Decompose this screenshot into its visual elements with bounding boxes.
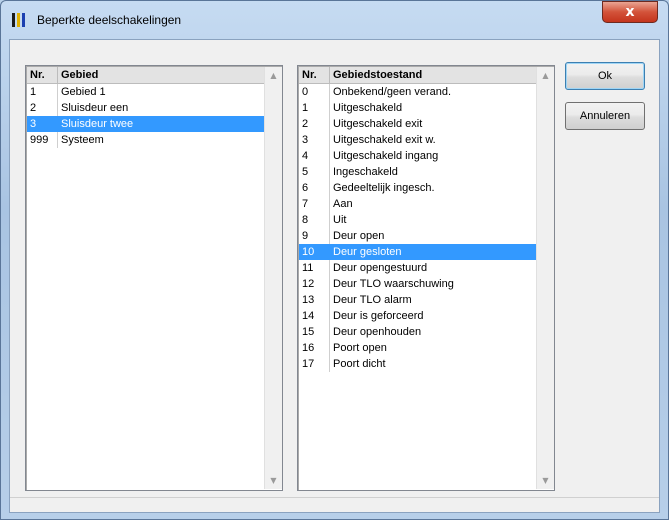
gebiedstoestand-row[interactable]: 2 Uitgeschakeld exit xyxy=(299,116,537,132)
dialog-window: Beperkte deelschakelingen x Nr. Gebied 1… xyxy=(0,0,669,520)
row-nr: 8 xyxy=(299,212,330,228)
gebiedstoestand-row[interactable]: 17 Poort dicht xyxy=(299,356,537,372)
row-label: Ingeschakeld xyxy=(330,164,537,180)
row-nr: 0 xyxy=(299,84,330,100)
gebiedstoestand-list-header: Nr. Gebiedstoestand xyxy=(299,67,537,84)
column-header-nr[interactable]: Nr. xyxy=(299,67,330,83)
gebiedstoestand-rows: 0 Onbekend/geen verand. 1 Uitgeschakeld 2 Uit… xyxy=(299,84,537,372)
row-label: Sluisdeur een xyxy=(58,100,265,116)
row-label: Uitgeschakeld exit w. xyxy=(330,132,537,148)
row-label: Deur opengestuurd xyxy=(330,260,537,276)
scroll-up-icon[interactable]: ▲ xyxy=(537,67,554,84)
gebied-row[interactable]: 2 Sluisdeur een xyxy=(27,100,265,116)
status-divider xyxy=(10,497,659,498)
row-nr: 1 xyxy=(27,84,58,100)
row-label: Systeem xyxy=(58,132,265,148)
window-title: Beperkte deelschakelingen xyxy=(37,13,182,27)
row-nr: 16 xyxy=(299,340,330,356)
scroll-down-icon[interactable]: ▼ xyxy=(265,472,282,489)
gebied-row[interactable]: 3 Sluisdeur twee xyxy=(27,116,265,132)
row-nr: 14 xyxy=(299,308,330,324)
column-header-gebiedstoestand[interactable]: Gebiedstoestand xyxy=(330,67,537,83)
gebiedstoestand-row[interactable]: 4 Uitgeschakeld ingang xyxy=(299,148,537,164)
row-nr: 2 xyxy=(27,100,58,116)
row-label: Deur is geforceerd xyxy=(330,308,537,324)
row-label: Gebied 1 xyxy=(58,84,265,100)
row-nr: 3 xyxy=(299,132,330,148)
row-label: Deur gesloten xyxy=(330,244,537,260)
gebied-list-scrollbar[interactable]: ▲ ▼ xyxy=(264,67,282,489)
row-label: Uitgeschakeld exit xyxy=(330,116,537,132)
row-nr: 17 xyxy=(299,356,330,372)
gebiedstoestand-row[interactable]: 15 Deur openhouden xyxy=(299,324,537,340)
row-label: Uitgeschakeld ingang xyxy=(330,148,537,164)
row-nr: 5 xyxy=(299,164,330,180)
row-nr: 13 xyxy=(299,292,330,308)
row-nr: 2 xyxy=(299,116,330,132)
row-label: Deur openhouden xyxy=(330,324,537,340)
row-nr: 15 xyxy=(299,324,330,340)
scroll-up-icon[interactable]: ▲ xyxy=(265,67,282,84)
row-label: Uit xyxy=(330,212,537,228)
row-nr: 11 xyxy=(299,260,330,276)
gebiedstoestand-row[interactable]: 1 Uitgeschakeld xyxy=(299,100,537,116)
title-bar[interactable]: Beperkte deelschakelingen x xyxy=(1,1,668,39)
row-nr: 7 xyxy=(299,196,330,212)
row-label: Deur TLO waarschuwing xyxy=(330,276,537,292)
row-nr: 1 xyxy=(299,100,330,116)
gebiedstoestand-row[interactable]: 10 Deur gesloten xyxy=(299,244,537,260)
row-label: Poort open xyxy=(330,340,537,356)
row-nr: 12 xyxy=(299,276,330,292)
row-label: Onbekend/geen verand. xyxy=(330,84,537,100)
gebied-row[interactable]: 999 Systeem xyxy=(27,132,265,148)
row-nr: 9 xyxy=(299,228,330,244)
gebied-row[interactable]: 1 Gebied 1 xyxy=(27,84,265,100)
gebiedstoestand-row[interactable]: 3 Uitgeschakeld exit w. xyxy=(299,132,537,148)
row-label: Deur TLO alarm xyxy=(330,292,537,308)
close-button[interactable]: x xyxy=(602,1,658,23)
gebiedstoestand-row[interactable]: 6 Gedeeltelijk ingesch. xyxy=(299,180,537,196)
row-label: Poort dicht xyxy=(330,356,537,372)
gebiedstoestand-row[interactable]: 14 Deur is geforceerd xyxy=(299,308,537,324)
gebiedstoestand-row[interactable]: 11 Deur opengestuurd xyxy=(299,260,537,276)
row-label: Uitgeschakeld xyxy=(330,100,537,116)
row-label: Gedeeltelijk ingesch. xyxy=(330,180,537,196)
column-header-gebied[interactable]: Gebied xyxy=(58,67,265,83)
gebied-rows: 1 Gebied 1 2 Sluisdeur een 3 Sluisdeur twee 99… xyxy=(27,84,265,148)
gebiedstoestand-row[interactable]: 7 Aan xyxy=(299,196,537,212)
column-header-nr[interactable]: Nr. xyxy=(27,67,58,83)
row-label: Deur open xyxy=(330,228,537,244)
row-nr: 3 xyxy=(27,116,58,132)
gebiedstoestand-row[interactable]: 12 Deur TLO waarschuwing xyxy=(299,276,537,292)
gebiedstoestand-row[interactable]: 0 Onbekend/geen verand. xyxy=(299,84,537,100)
dialog-client-area: Nr. Gebied 1 Gebied 1 2 Sluisdeur een 3 Sluis… xyxy=(9,39,660,513)
gebiedstoestand-row[interactable]: 9 Deur open xyxy=(299,228,537,244)
gebiedstoestand-list-scrollbar[interactable]: ▲ ▼ xyxy=(536,67,554,489)
row-nr: 6 xyxy=(299,180,330,196)
close-icon: x xyxy=(625,4,635,20)
cancel-button[interactable]: Annuleren xyxy=(565,102,645,130)
row-nr: 4 xyxy=(299,148,330,164)
gebiedstoestand-row[interactable]: 16 Poort open xyxy=(299,340,537,356)
gebied-list-header: Nr. Gebied xyxy=(27,67,265,84)
app-icon xyxy=(11,12,29,28)
gebiedstoestand-list[interactable]: Nr. Gebiedstoestand 0 Onbekend/geen veran… xyxy=(297,65,555,491)
gebiedstoestand-row[interactable]: 13 Deur TLO alarm xyxy=(299,292,537,308)
ok-button[interactable]: Ok xyxy=(565,62,645,90)
gebiedstoestand-row[interactable]: 5 Ingeschakeld xyxy=(299,164,537,180)
gebied-list[interactable]: Nr. Gebied 1 Gebied 1 2 Sluisdeur een 3 Sluis… xyxy=(25,65,283,491)
scroll-down-icon[interactable]: ▼ xyxy=(537,472,554,489)
row-label: Sluisdeur twee xyxy=(58,116,265,132)
row-label: Aan xyxy=(330,196,537,212)
row-nr: 999 xyxy=(27,132,58,148)
gebiedstoestand-row[interactable]: 8 Uit xyxy=(299,212,537,228)
row-nr: 10 xyxy=(299,244,330,260)
